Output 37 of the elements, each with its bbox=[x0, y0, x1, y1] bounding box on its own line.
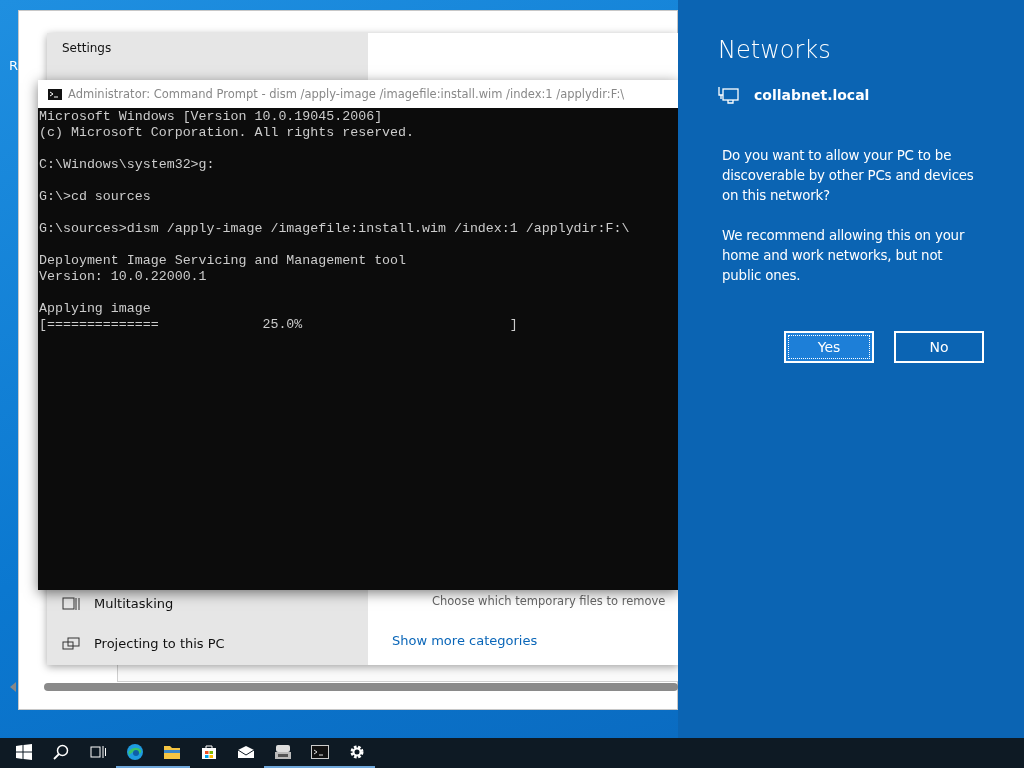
envelope-icon bbox=[236, 745, 255, 759]
dialog-button[interactable]: No bbox=[894, 331, 984, 363]
console-icon bbox=[48, 88, 62, 100]
console-line: Microsoft Windows [Version 10.0.19045.2006] bbox=[39, 109, 384, 125]
recommendation-text: We recommend allowing this on your home and work networks, but not public ones. bbox=[722, 227, 966, 285]
flyout-title: Networks bbox=[718, 36, 832, 64]
settings-icon bbox=[348, 744, 365, 760]
desktop-icon-label: R bbox=[9, 58, 19, 73]
console-line: C:\Windows\system32>g: bbox=[39, 157, 216, 173]
projector-screen-icon bbox=[62, 636, 80, 651]
console-line: G:\>cd sources bbox=[39, 189, 152, 205]
network-name: collabnet.local bbox=[754, 87, 870, 103]
console-line: Deployment Image Servicing and Management tool bbox=[39, 253, 408, 269]
console-line: (c) Microsoft Corporation. All rights reserved. bbox=[39, 125, 416, 141]
discovery-question: Do you want to allow your PC to be discoverable by other PCs and devices on this network? bbox=[722, 147, 975, 205]
console-line: Applying image bbox=[39, 301, 152, 317]
horizontal-scrollbar[interactable] bbox=[44, 683, 678, 691]
console-line: G:\sources>dism /apply-image /imagefile:install.wim /index:1 /applydir:F:\ bbox=[39, 221, 631, 237]
sidebar-item[interactable]: Projecting to this PC bbox=[62, 636, 368, 651]
search-icon bbox=[52, 744, 69, 760]
browser-icon bbox=[125, 743, 144, 761]
device-icon bbox=[273, 744, 292, 760]
multitasking-icon bbox=[62, 596, 80, 611]
storage-hint: Choose which temporary files to remove bbox=[432, 594, 667, 608]
windows-logo-icon bbox=[15, 744, 32, 760]
show-more-link[interactable]: Show more categories bbox=[392, 633, 538, 648]
window-title: Settings bbox=[62, 41, 113, 55]
dialog-button[interactable]: Yes bbox=[784, 331, 874, 363]
task-view-icon bbox=[89, 745, 106, 759]
console-line: Version: 10.0.22000.1 bbox=[39, 269, 208, 285]
shopping-bag-icon bbox=[200, 744, 217, 760]
wired-network-icon bbox=[718, 86, 740, 104]
console-line: [============== 25.0% ] bbox=[39, 317, 519, 333]
folder-icon bbox=[162, 744, 181, 760]
console-icon bbox=[310, 745, 329, 759]
sidebar-item[interactable]: Multitasking bbox=[62, 596, 368, 611]
window-title: Administrator: Command Prompt - dism /apply-image /imagefile:install.wim /index:1 /applydir:F:\ bbox=[68, 87, 625, 101]
